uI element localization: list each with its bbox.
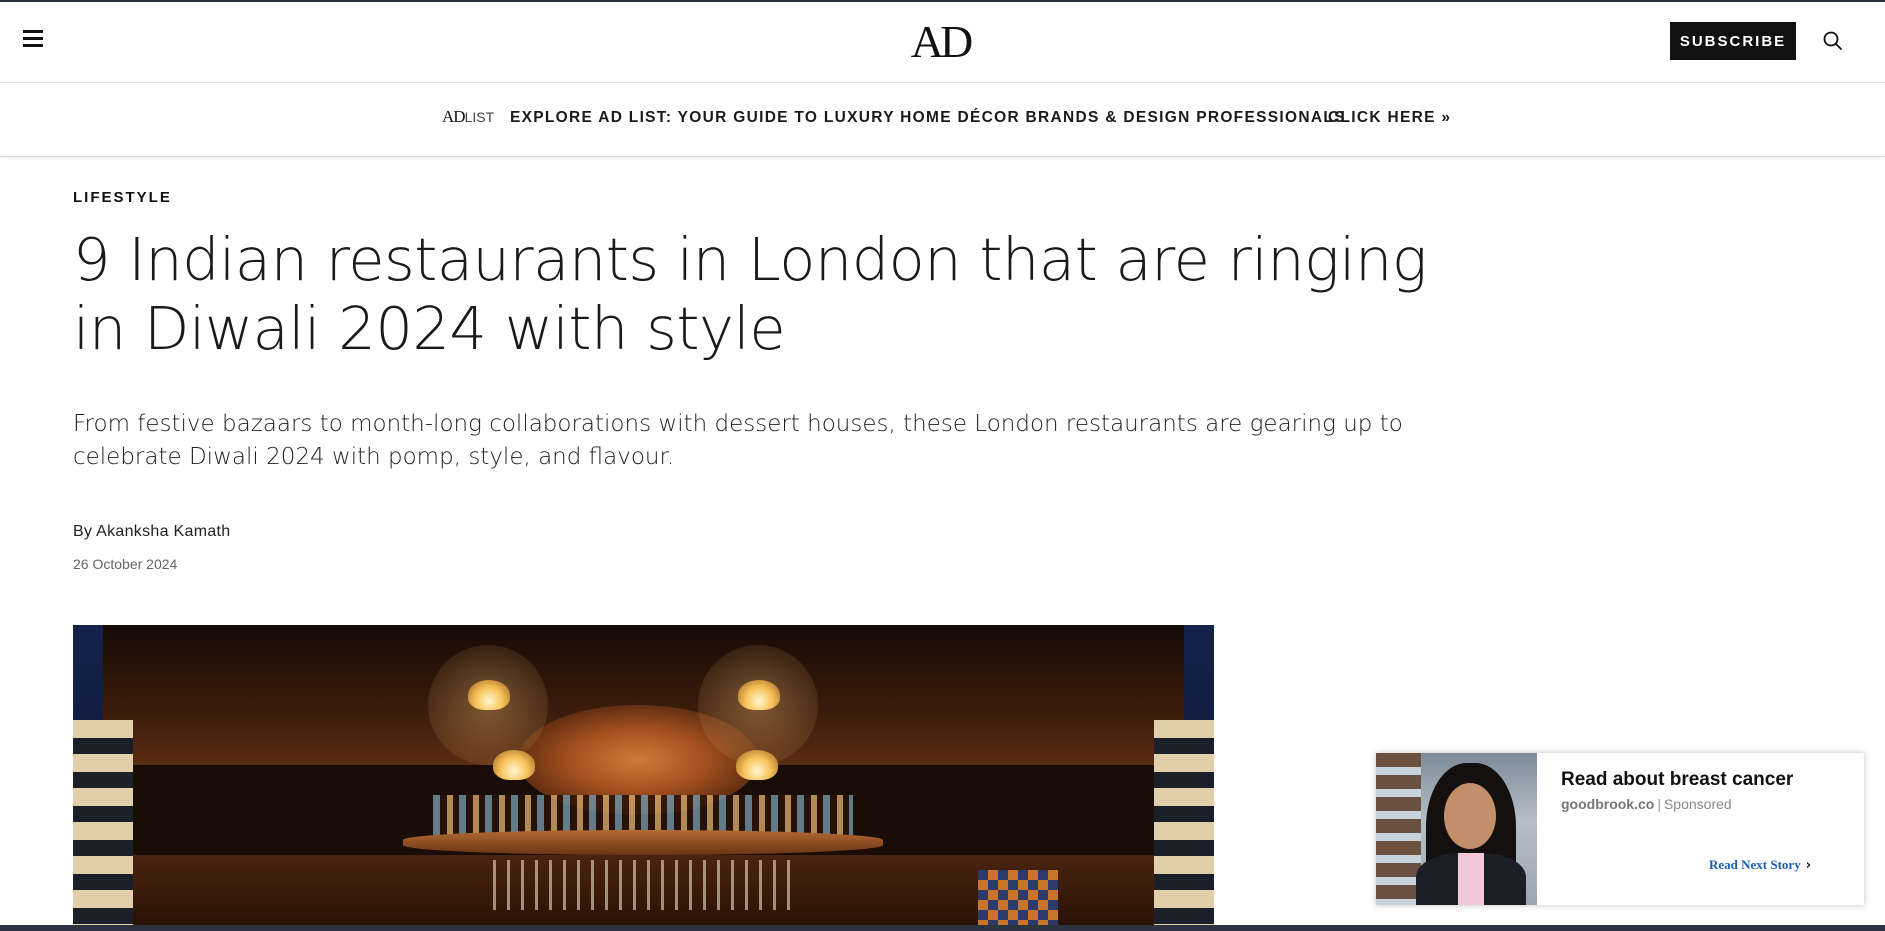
ad-separator: | [1657, 796, 1661, 812]
publish-date: 26 October 2024 [73, 556, 178, 572]
ad-list-logo-main: AD [442, 107, 466, 126]
ad-image [1376, 753, 1537, 905]
hero-lotus-lamp [493, 750, 535, 780]
byline-prefix: By [73, 523, 97, 540]
ad-list-logo-sub: LIST [464, 109, 495, 125]
ad-meta: goodbrook.co | Sponsored [1561, 796, 1732, 812]
read-next-story-label: Read Next Story [1709, 857, 1801, 872]
subscribe-button[interactable]: SUBSCRIBE [1670, 22, 1796, 60]
chevron-right-icon: › [1805, 858, 1812, 873]
hero-ceiling-lamp [738, 680, 780, 710]
hero-bar-bottles [433, 795, 853, 835]
promo-click-here-link[interactable]: CLICK HERE » [1328, 109, 1451, 127]
sponsored-ad-card[interactable]: Read about breast cancer goodbrook.co | Sp… [1376, 753, 1864, 905]
hero-hanging-glasses [493, 860, 793, 910]
hero-striped-pillar-left [73, 720, 133, 925]
article-byline: By Akanksha Kamath [73, 523, 231, 541]
promo-text: EXPLORE AD LIST: YOUR GUIDE TO LUXURY HO… [510, 109, 1346, 126]
author-link[interactable]: Akanksha Kamath [96, 523, 230, 540]
ad-sponsored-label: Sponsored [1663, 796, 1732, 812]
ad-domain: goodbrook.co [1561, 796, 1655, 812]
hamburger-menu-icon[interactable] [20, 30, 46, 50]
article-dek: From festive bazaars to month-long colla… [73, 411, 1403, 470]
ad-list-promo-bar: ADLIST EXPLORE AD LIST: YOUR GUIDE TO LU… [0, 83, 1885, 157]
hero-ceiling-lamp [468, 680, 510, 710]
read-next-story-link[interactable]: Read Next Story › [1709, 857, 1811, 873]
hero-lotus-lamp [736, 750, 778, 780]
site-logo[interactable]: AD [910, 18, 973, 66]
window-bottom-strip [0, 925, 1885, 931]
hero-checker-wall [978, 870, 1058, 925]
ad-title[interactable]: Read about breast cancer [1561, 769, 1793, 791]
site-header: AD SUBSCRIBE [0, 2, 1885, 83]
hero-striped-pillar-right [1154, 720, 1214, 925]
hero-bar-shelf [403, 830, 883, 855]
hero-image [73, 625, 1214, 925]
ad-list-logo: ADLIST [442, 107, 494, 127]
article-headline: 9 Indian restaurants in London that are … [73, 225, 1427, 363]
search-icon[interactable] [1822, 30, 1844, 52]
article-rubric[interactable]: LIFESTYLE [73, 189, 172, 206]
